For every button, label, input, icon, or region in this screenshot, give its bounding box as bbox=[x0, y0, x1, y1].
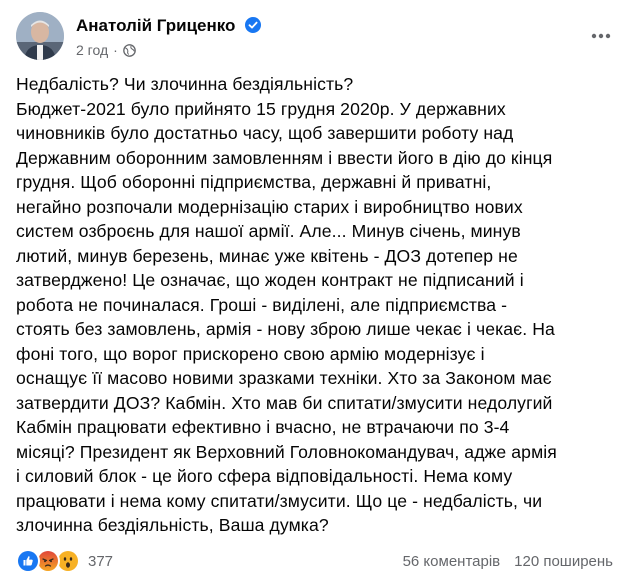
verified-badge-icon bbox=[245, 17, 262, 33]
post-stats: 56 коментарів 120 поширень bbox=[403, 553, 613, 570]
shares-count-link[interactable]: 120 поширень bbox=[514, 553, 613, 570]
author-name[interactable]: Анатолій Гриценко bbox=[76, 16, 262, 36]
globe-icon[interactable] bbox=[122, 44, 136, 57]
reactions-summary[interactable]: 377 bbox=[16, 549, 113, 573]
post-body-text: Недбалість? Чи злочинна бездіяльність? Б… bbox=[16, 74, 557, 535]
comments-count-link[interactable]: 56 коментарів bbox=[403, 553, 501, 570]
like-reaction-icon bbox=[16, 549, 40, 573]
post-footer: 377 56 коментарів 120 поширень bbox=[16, 546, 613, 576]
more-options-icon[interactable] bbox=[589, 26, 613, 46]
meta-separator: · bbox=[113, 42, 118, 58]
post-header: Анатолій Гриценко 2 год · bbox=[16, 12, 613, 62]
post-meta: 2 год · bbox=[76, 42, 136, 58]
author-name-text[interactable]: Анатолій Гриценко bbox=[76, 16, 235, 35]
post-timestamp[interactable]: 2 год bbox=[76, 42, 108, 58]
author-avatar[interactable] bbox=[16, 12, 64, 60]
reactions-count[interactable]: 377 bbox=[88, 553, 113, 570]
